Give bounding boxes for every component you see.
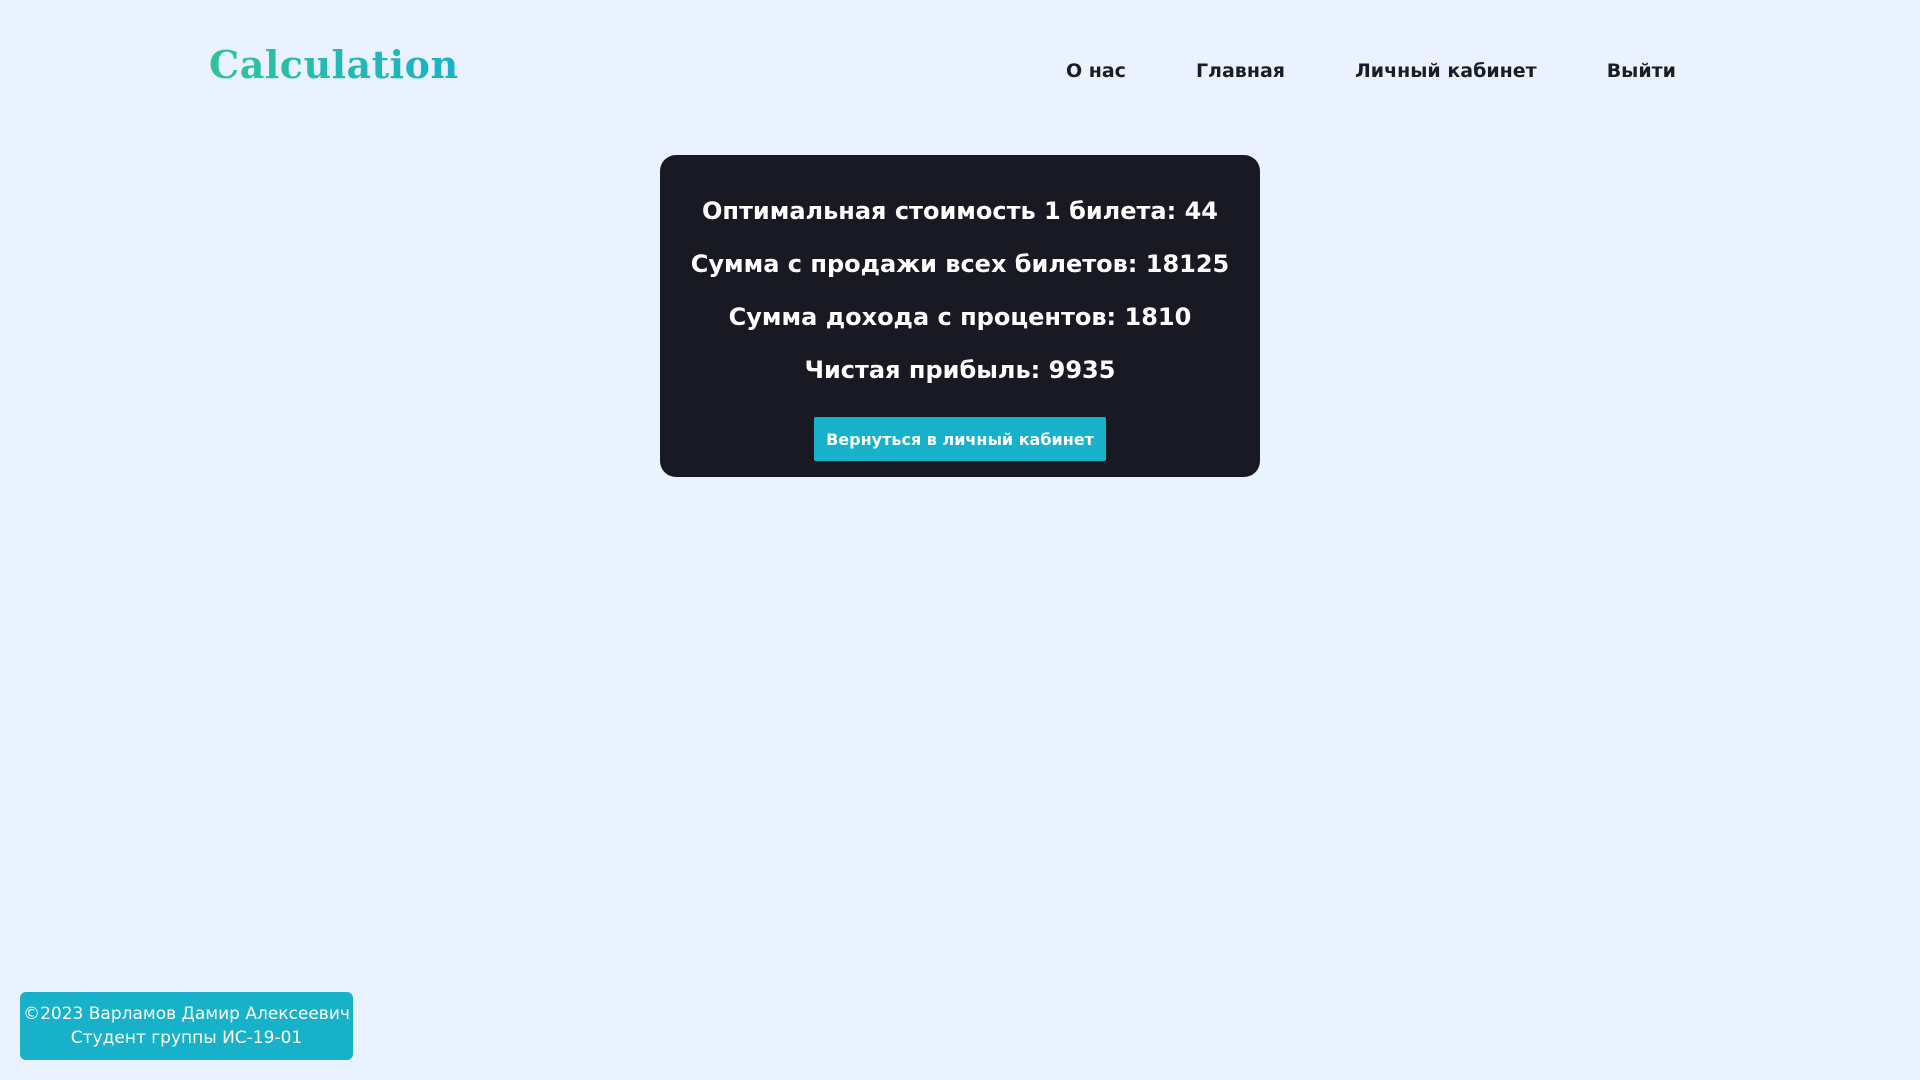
nav-item-home[interactable]: Главная <box>1196 60 1285 82</box>
optimal-ticket-price: Оптимальная стоимость 1 билета: 44 <box>702 197 1218 225</box>
result-card: Оптимальная стоимость 1 билета: 44 Сумма… <box>660 155 1260 477</box>
nav-item-account[interactable]: Личный кабинет <box>1355 60 1537 82</box>
footer-copyright: ©2023 Варламов Дамир Алексеевич <box>23 1004 350 1024</box>
nav-item-logout[interactable]: Выйти <box>1607 60 1676 82</box>
total-ticket-sales: Сумма с продажи всех билетов: 18125 <box>690 250 1230 278</box>
header: Calculation О нас Главная Личный кабинет… <box>0 0 1920 140</box>
site-logo[interactable]: Calculation <box>209 42 459 87</box>
nav-item-about[interactable]: О нас <box>1066 60 1126 82</box>
main-nav: О нас Главная Личный кабинет Выйти <box>1066 60 1676 82</box>
back-to-account-button[interactable]: Вернуться в личный кабинет <box>814 417 1106 461</box>
net-profit: Чистая прибыль: 9935 <box>804 356 1116 384</box>
footer-student-group: Студент группы ИС-19-01 <box>70 1028 303 1048</box>
interest-income: Сумма дохода с процентов: 1810 <box>728 303 1192 331</box>
footer: ©2023 Варламов Дамир Алексеевич Студент … <box>20 992 353 1060</box>
